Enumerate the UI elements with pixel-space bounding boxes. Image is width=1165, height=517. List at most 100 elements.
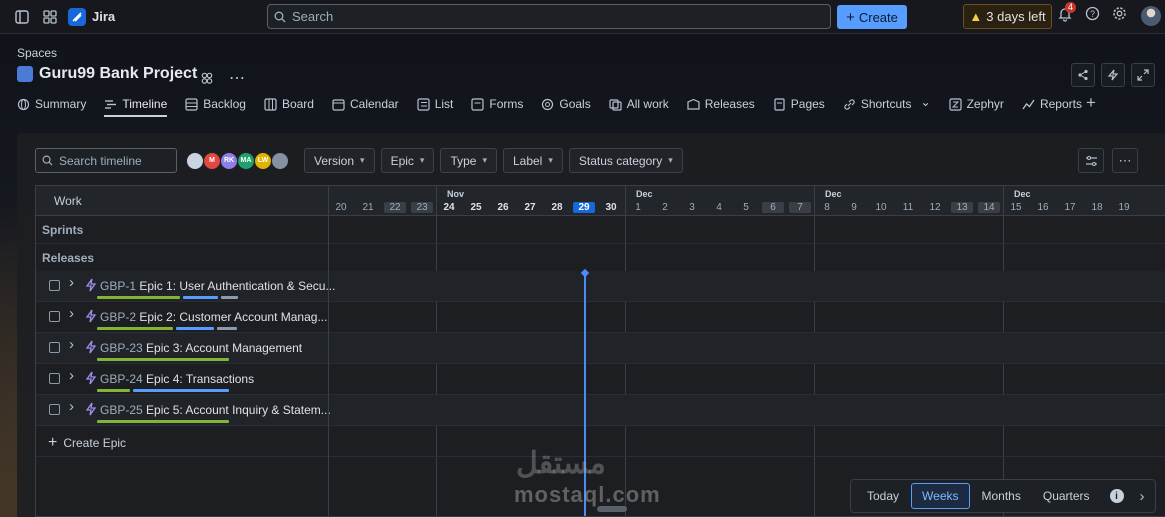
tab-calendar[interactable]: Calendar xyxy=(332,94,399,114)
tab-reports[interactable]: Reports xyxy=(1022,94,1082,114)
month-label: Dec xyxy=(636,189,653,199)
link-icon xyxy=(844,98,855,110)
day-label: 2 xyxy=(662,202,668,213)
zoom-today-button[interactable]: Today xyxy=(857,484,909,508)
plus-icon: + xyxy=(846,8,855,26)
day-label: 17 xyxy=(1064,202,1076,213)
day-label: 6 xyxy=(762,202,784,213)
tab-releases[interactable]: Releases xyxy=(687,94,755,114)
day-label: 29 xyxy=(573,202,595,213)
month-label: Nov xyxy=(447,189,465,199)
tab-backlog[interactable]: Backlog xyxy=(185,94,246,114)
view-settings-icon[interactable] xyxy=(1078,148,1104,173)
day-label: 9 xyxy=(851,202,857,213)
backlog-icon xyxy=(185,97,198,111)
filter-label-dropdown[interactable]: Label ▾ xyxy=(502,148,563,173)
tab-list[interactable]: List xyxy=(417,94,453,114)
assignee-avatar[interactable]: M xyxy=(203,151,221,170)
filter-epic-dropdown[interactable]: Epic ▾ xyxy=(380,148,435,173)
filter-type-dropdown[interactable]: Type ▾ xyxy=(440,148,497,173)
info-icon[interactable]: i xyxy=(1109,489,1124,503)
more-actions-icon[interactable]: ⋯ xyxy=(225,66,249,90)
project-title: Guru99 Bank Project xyxy=(17,65,197,83)
tab-forms[interactable]: Forms xyxy=(471,94,523,114)
warning-icon: ▲ xyxy=(969,9,983,24)
dropdown-label: Epic xyxy=(390,153,414,168)
assignee-avatar[interactable] xyxy=(186,151,204,170)
create-button[interactable]: + Create xyxy=(837,5,907,29)
day-label: 1 xyxy=(635,202,641,213)
calendar-icon xyxy=(332,98,345,111)
tab-label: Shortcuts xyxy=(860,97,912,111)
tab-label: Zephyr xyxy=(966,97,1004,111)
automation-lightning-icon[interactable] xyxy=(1101,63,1125,87)
help-icon[interactable]: ? xyxy=(1085,6,1100,24)
chevron-right-icon[interactable]: › xyxy=(1140,488,1145,505)
all-work-icon xyxy=(609,98,622,111)
add-tab-icon[interactable]: + xyxy=(1086,93,1096,113)
day-label: 28 xyxy=(551,202,563,213)
app-switcher-icon[interactable] xyxy=(38,5,62,29)
day-label: 30 xyxy=(605,202,617,213)
tab-label: Reports xyxy=(1039,97,1082,111)
day-label: 20 xyxy=(335,202,347,213)
tab-shortcuts[interactable]: Shortcuts ⌄ xyxy=(843,94,931,114)
timeline-filter-bar: Search timeline M RK MA LW Version ▾ Epic ▾ Typ… xyxy=(35,148,683,173)
day-label: 24 xyxy=(443,202,455,213)
chevron-down-icon: ▾ xyxy=(668,155,673,165)
day-label: 14 xyxy=(978,202,1000,213)
jira-icon xyxy=(68,7,86,26)
day-label: 8 xyxy=(824,202,830,213)
assignee-avatar[interactable]: MA xyxy=(237,151,255,170)
tab-label: Pages xyxy=(790,97,825,111)
tab-label: Board xyxy=(281,97,314,111)
user-avatar[interactable] xyxy=(1141,6,1161,26)
tab-all-work[interactable]: All work xyxy=(609,94,669,114)
day-label: 4 xyxy=(716,202,722,213)
tab-goals[interactable]: Goals xyxy=(541,94,591,114)
svg-text:?: ? xyxy=(1090,9,1095,19)
filter-version-dropdown[interactable]: Version ▾ xyxy=(304,148,375,173)
timeline-search-input[interactable]: Search timeline xyxy=(35,148,177,173)
day-label: 7 xyxy=(789,202,811,213)
sidebar-toggle-icon[interactable] xyxy=(10,5,34,29)
fullscreen-icon[interactable] xyxy=(1131,63,1155,87)
zoom-quarters-button[interactable]: Quarters xyxy=(1033,484,1100,508)
assignee-avatar[interactable]: RK xyxy=(220,151,238,170)
tab-summary[interactable]: Summary xyxy=(17,94,86,114)
team-icon[interactable] xyxy=(195,66,219,90)
day-label: 27 xyxy=(524,202,536,213)
watermark-logo: mostaql.com xyxy=(514,482,661,507)
tab-board[interactable]: Board xyxy=(264,94,314,114)
day-label: 15 xyxy=(1010,202,1022,213)
tab-label: Forms xyxy=(489,97,524,111)
global-search-input[interactable]: Search xyxy=(267,4,831,29)
tab-label: Timeline xyxy=(122,97,168,111)
day-label: 19 xyxy=(1118,202,1130,213)
tab-pages[interactable]: Pages xyxy=(773,94,825,114)
forms-icon xyxy=(471,97,484,111)
breadcrumb-spaces[interactable]: Spaces xyxy=(17,46,57,60)
zoom-months-button[interactable]: Months xyxy=(972,484,1031,508)
globe-icon xyxy=(17,98,30,110)
project-avatar-icon xyxy=(17,66,33,82)
timeline-icon xyxy=(105,99,117,109)
share-icon[interactable] xyxy=(1071,63,1095,87)
jira-logo[interactable]: Jira xyxy=(68,7,116,26)
app-name: Jira xyxy=(92,9,116,24)
settings-gear-icon[interactable] xyxy=(1112,6,1127,24)
assignee-avatars: M RK MA LW xyxy=(186,151,289,170)
day-label: 16 xyxy=(1037,202,1049,213)
tab-label: Goals xyxy=(559,97,591,111)
day-label: 12 xyxy=(929,202,941,213)
tab-timeline[interactable]: Timeline xyxy=(104,94,168,117)
day-label: 10 xyxy=(875,202,887,213)
filter-status-category-dropdown[interactable]: Status category ▾ xyxy=(568,148,683,173)
trial-button[interactable]: ▲ 3 days left xyxy=(963,4,1052,29)
zoom-weeks-button[interactable]: Weeks xyxy=(911,483,970,509)
assignee-avatar[interactable]: LW xyxy=(254,151,272,170)
assignee-avatar[interactable] xyxy=(271,151,289,170)
goals-icon xyxy=(542,98,554,110)
tab-zephyr[interactable]: Zephyr xyxy=(948,94,1004,114)
more-options-icon[interactable]: ⋯ xyxy=(1112,148,1138,173)
